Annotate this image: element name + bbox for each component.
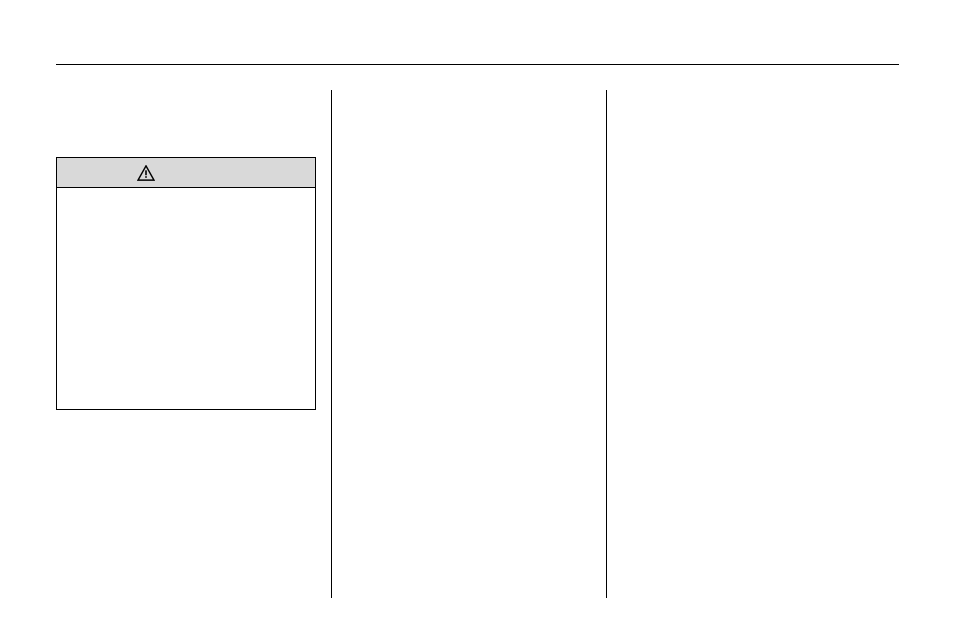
column-2 <box>331 90 606 598</box>
caution-header <box>57 158 315 188</box>
page <box>0 0 954 636</box>
column-1-text <box>56 90 331 106</box>
column-3 <box>606 90 899 598</box>
column-2-text <box>332 90 606 106</box>
top-rule <box>56 64 899 65</box>
caution-box <box>56 157 316 410</box>
warning-icon <box>137 165 155 181</box>
column-3-text <box>607 90 899 106</box>
caution-body <box>57 188 315 204</box>
